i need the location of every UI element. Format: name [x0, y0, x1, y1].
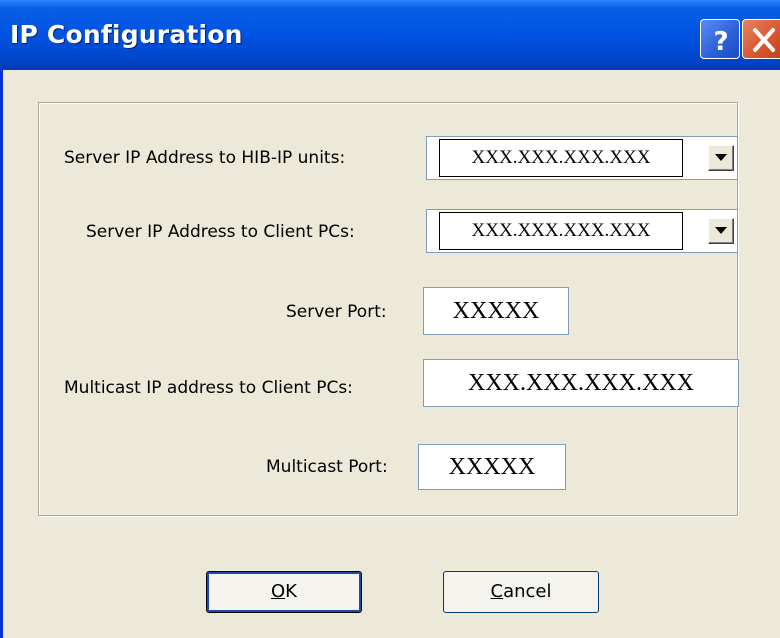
- ok-mnemonic: O: [271, 581, 286, 602]
- server-port-label: Server Port:: [286, 302, 387, 322]
- multicast-ip-label: Multicast IP address to Client PCs:: [64, 378, 353, 398]
- chevron-down-icon: [715, 227, 727, 234]
- server-ip-hib-dropdown-button[interactable]: [708, 145, 734, 171]
- ok-label: K: [285, 581, 297, 602]
- server-ip-hib-combobox[interactable]: XXX.XXX.XXX.XXX: [426, 136, 738, 180]
- chevron-down-icon: [715, 154, 727, 161]
- cancel-label: ancel: [503, 581, 552, 602]
- help-button[interactable]: ?: [700, 19, 740, 59]
- ok-button[interactable]: OK: [206, 571, 362, 613]
- title-bar[interactable]: IP Configuration ?: [0, 0, 780, 70]
- server-ip-client-value: XXX.XXX.XXX.XXX: [439, 212, 683, 250]
- multicast-port-field[interactable]: XXXXX: [418, 444, 566, 490]
- close-icon: [753, 28, 775, 52]
- server-port-field[interactable]: XXXXX: [423, 287, 569, 335]
- window-title: IP Configuration: [10, 20, 243, 49]
- server-ip-hib-value: XXX.XXX.XXX.XXX: [439, 139, 683, 177]
- server-ip-client-dropdown-button[interactable]: [708, 218, 734, 244]
- multicast-port-label: Multicast Port:: [266, 457, 388, 477]
- svg-text:?: ?: [713, 27, 728, 57]
- server-ip-client-combobox[interactable]: XXX.XXX.XXX.XXX: [426, 209, 738, 253]
- close-button[interactable]: [742, 19, 780, 59]
- multicast-ip-field[interactable]: XXX.XXX.XXX.XXX: [423, 359, 739, 407]
- question-mark-icon: ?: [713, 27, 728, 57]
- window-frame-left: [0, 70, 3, 638]
- cancel-button[interactable]: Cancel: [443, 571, 599, 613]
- cancel-mnemonic: C: [490, 581, 504, 602]
- server-ip-client-label: Server IP Address to Client PCs:: [86, 222, 355, 242]
- server-ip-hib-label: Server IP Address to HIB-IP units:: [64, 148, 346, 168]
